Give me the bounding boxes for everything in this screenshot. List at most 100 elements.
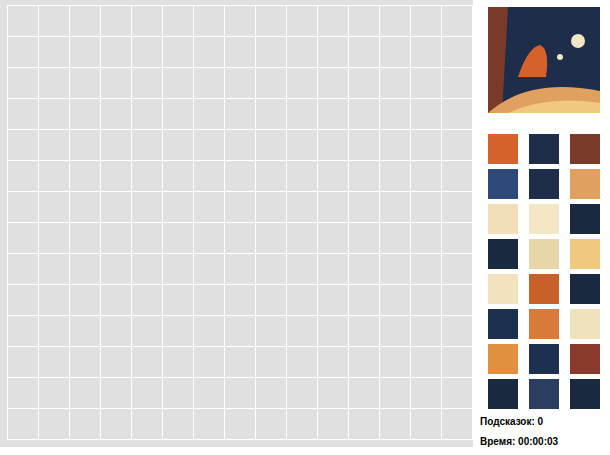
board-cell[interactable] — [380, 223, 410, 253]
board-cell[interactable] — [163, 130, 193, 160]
board-cell[interactable] — [318, 37, 348, 67]
board-cell[interactable] — [163, 161, 193, 191]
board-cell[interactable] — [101, 37, 131, 67]
board-cell[interactable] — [194, 254, 224, 284]
board-cell[interactable] — [256, 285, 286, 315]
board-cell[interactable] — [411, 254, 441, 284]
board-cell[interactable] — [70, 68, 100, 98]
board-cell[interactable] — [225, 161, 255, 191]
board-cell[interactable] — [256, 37, 286, 67]
board-cell[interactable] — [101, 99, 131, 129]
board-cell[interactable] — [101, 161, 131, 191]
board-cell[interactable] — [132, 378, 162, 408]
board-cell[interactable] — [256, 68, 286, 98]
board-cell[interactable] — [194, 192, 224, 222]
board-cell[interactable] — [194, 378, 224, 408]
board-cell[interactable] — [70, 161, 100, 191]
puzzle-piece[interactable] — [488, 169, 518, 199]
board-cell[interactable] — [163, 68, 193, 98]
board-cell[interactable] — [256, 254, 286, 284]
board-cell[interactable] — [411, 192, 441, 222]
board-cell[interactable] — [256, 378, 286, 408]
board-cell[interactable] — [380, 347, 410, 377]
board-cell[interactable] — [318, 161, 348, 191]
board-cell[interactable] — [225, 192, 255, 222]
board-cell[interactable] — [132, 161, 162, 191]
puzzle-board[interactable] — [0, 0, 473, 447]
board-cell[interactable] — [70, 316, 100, 346]
board-cell[interactable] — [318, 254, 348, 284]
board-cell[interactable] — [39, 223, 69, 253]
board-cell[interactable] — [39, 378, 69, 408]
board-cell[interactable] — [194, 347, 224, 377]
board-cell[interactable] — [8, 285, 38, 315]
board-cell[interactable] — [380, 161, 410, 191]
puzzle-piece[interactable] — [570, 309, 600, 339]
board-cell[interactable] — [318, 378, 348, 408]
puzzle-piece[interactable] — [570, 134, 600, 164]
board-cell[interactable] — [225, 130, 255, 160]
board-cell[interactable] — [8, 68, 38, 98]
puzzle-piece[interactable] — [529, 239, 559, 269]
board-cell[interactable] — [101, 130, 131, 160]
board-cell[interactable] — [411, 161, 441, 191]
board-cell[interactable] — [411, 285, 441, 315]
board-cell[interactable] — [194, 99, 224, 129]
board-cell[interactable] — [39, 161, 69, 191]
board-cell[interactable] — [318, 347, 348, 377]
board-cell[interactable] — [442, 316, 472, 346]
board-cell[interactable] — [101, 409, 131, 439]
board-cell[interactable] — [8, 6, 38, 36]
board-cell[interactable] — [411, 99, 441, 129]
puzzle-piece[interactable] — [570, 274, 600, 304]
board-cell[interactable] — [256, 161, 286, 191]
board-cell[interactable] — [132, 6, 162, 36]
board-cell[interactable] — [318, 316, 348, 346]
board-cell[interactable] — [411, 6, 441, 36]
board-cell[interactable] — [225, 99, 255, 129]
board-cell[interactable] — [442, 254, 472, 284]
board-cell[interactable] — [411, 68, 441, 98]
board-cell[interactable] — [101, 68, 131, 98]
board-cell[interactable] — [101, 254, 131, 284]
board-cell[interactable] — [194, 130, 224, 160]
board-cell[interactable] — [8, 161, 38, 191]
board-cell[interactable] — [70, 347, 100, 377]
board-cell[interactable] — [287, 68, 317, 98]
board-cell[interactable] — [287, 37, 317, 67]
board-cell[interactable] — [70, 192, 100, 222]
board-cell[interactable] — [349, 409, 379, 439]
board-cell[interactable] — [101, 285, 131, 315]
board-cell[interactable] — [256, 6, 286, 36]
board-cell[interactable] — [132, 99, 162, 129]
board-cell[interactable] — [163, 316, 193, 346]
board-cell[interactable] — [442, 68, 472, 98]
board-cell[interactable] — [256, 192, 286, 222]
board-cell[interactable] — [411, 378, 441, 408]
board-cell[interactable] — [442, 285, 472, 315]
board-cell[interactable] — [225, 254, 255, 284]
board-cell[interactable] — [256, 99, 286, 129]
board-cell[interactable] — [132, 37, 162, 67]
board-cell[interactable] — [349, 378, 379, 408]
puzzle-piece[interactable] — [488, 344, 518, 374]
board-cell[interactable] — [132, 192, 162, 222]
board-cell[interactable] — [8, 223, 38, 253]
board-cell[interactable] — [287, 378, 317, 408]
board-cell[interactable] — [39, 130, 69, 160]
puzzle-piece[interactable] — [488, 239, 518, 269]
board-cell[interactable] — [411, 316, 441, 346]
board-cell[interactable] — [163, 192, 193, 222]
board-cell[interactable] — [132, 285, 162, 315]
board-cell[interactable] — [132, 223, 162, 253]
board-cell[interactable] — [442, 192, 472, 222]
board-cell[interactable] — [101, 223, 131, 253]
board-cell[interactable] — [287, 316, 317, 346]
board-cell[interactable] — [163, 37, 193, 67]
board-cell[interactable] — [8, 192, 38, 222]
puzzle-piece[interactable] — [488, 134, 518, 164]
board-cell[interactable] — [70, 130, 100, 160]
puzzle-piece[interactable] — [529, 204, 559, 234]
board-cell[interactable] — [442, 347, 472, 377]
board-cell[interactable] — [70, 223, 100, 253]
